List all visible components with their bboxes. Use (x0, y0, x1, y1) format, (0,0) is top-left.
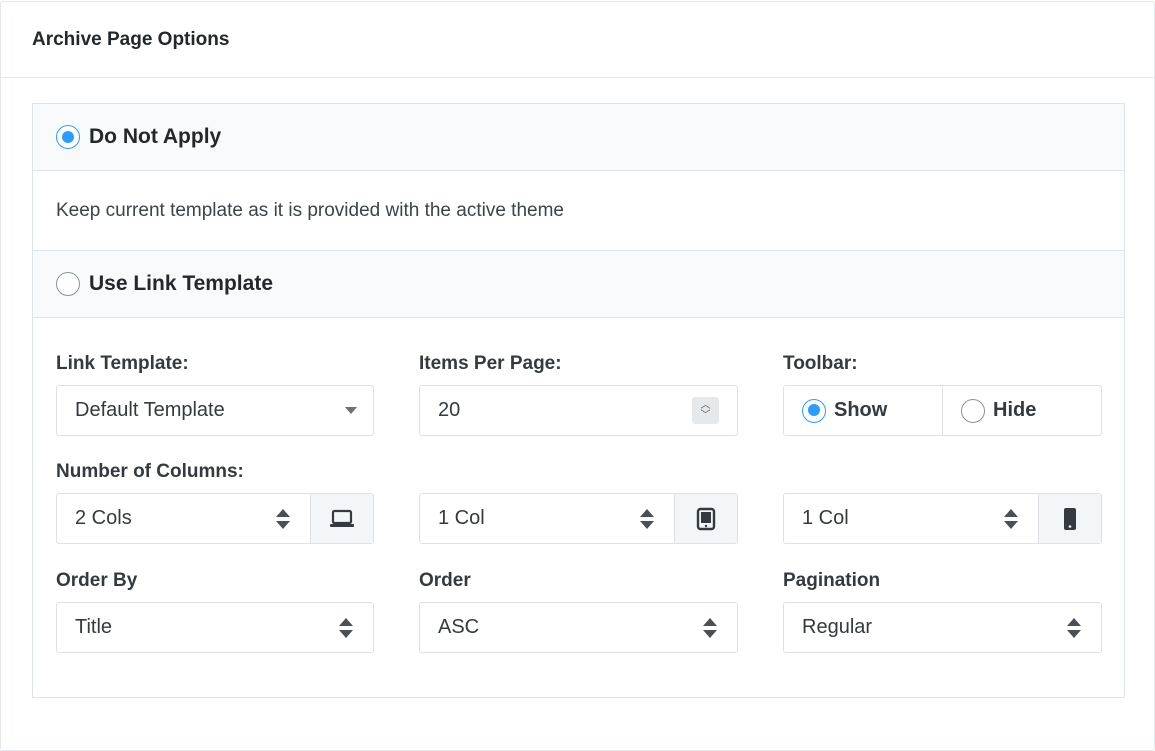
link-template-value: Default Template (75, 399, 225, 421)
use-link-template-label[interactable]: Use Link Template (89, 272, 273, 296)
sort-arrows-icon (640, 508, 654, 530)
columns-tablet-value: 1 Col (438, 507, 485, 529)
pagination-label: Pagination (783, 570, 881, 591)
order-value: ASC (438, 616, 480, 638)
sort-arrows-icon (703, 617, 717, 639)
sort-arrows-icon (1004, 508, 1018, 530)
do-not-apply-label[interactable]: Do Not Apply (89, 125, 221, 149)
toolbar-show-radio[interactable] (802, 398, 826, 423)
pagination-select[interactable]: Regular (783, 602, 1102, 653)
order-by-label: Order By (56, 570, 138, 591)
mobile-icon (1038, 494, 1101, 543)
pagination-value: Regular (802, 616, 873, 638)
toolbar-hide-option[interactable]: Hide (942, 386, 1101, 435)
order-select[interactable]: ASC (419, 602, 738, 653)
number-spinner-icon[interactable]: ︿ ﹀ (692, 397, 719, 424)
link-template-select[interactable]: Default Template (56, 385, 374, 436)
do-not-apply-description: Keep current template as it is provided … (33, 171, 1124, 251)
order-label: Order (419, 570, 471, 591)
card-title: Archive Page Options (32, 28, 230, 50)
order-by-select[interactable]: Title (56, 602, 374, 653)
options-panel: Do Not Apply Keep current template as it… (32, 103, 1125, 698)
order-by-value: Title (75, 616, 113, 638)
toolbar-hide-label[interactable]: Hide (993, 399, 1036, 422)
toolbar-show-label[interactable]: Show (834, 399, 887, 422)
items-per-page-input[interactable]: 20 ︿ ﹀ (419, 385, 738, 436)
columns-mobile-value: 1 Col (802, 507, 849, 529)
sort-arrows-icon (1067, 617, 1081, 639)
card-header: Archive Page Options (1, 2, 1154, 78)
sort-arrows-icon (339, 617, 353, 639)
option-do-not-apply[interactable]: Do Not Apply (33, 104, 1124, 171)
tablet-icon (674, 494, 737, 543)
sort-arrows-icon (276, 508, 290, 530)
link-template-label: Link Template: (56, 353, 189, 374)
do-not-apply-radio[interactable] (56, 125, 80, 149)
columns-tablet-select[interactable]: 1 Col (419, 493, 738, 544)
caret-down-icon (345, 407, 357, 414)
columns-desktop-select[interactable]: 2 Cols (56, 493, 374, 544)
laptop-icon (310, 494, 373, 543)
archive-options-card: Archive Page Options Do Not Apply Keep c… (0, 1, 1155, 751)
items-per-page-value: 20 (438, 399, 461, 421)
use-link-template-radio[interactable] (56, 272, 80, 296)
toolbar-toggle: Show Hide (783, 385, 1102, 436)
toolbar-label: Toolbar: (783, 353, 858, 374)
columns-mobile-select[interactable]: 1 Col (783, 493, 1102, 544)
items-per-page-label: Items Per Page: (419, 353, 562, 374)
columns-desktop-value: 2 Cols (75, 507, 132, 529)
toolbar-hide-radio[interactable] (961, 398, 985, 423)
columns-label: Number of Columns: (56, 461, 244, 482)
option-use-link-template[interactable]: Use Link Template (33, 251, 1124, 318)
toolbar-show-option[interactable]: Show (784, 386, 942, 435)
